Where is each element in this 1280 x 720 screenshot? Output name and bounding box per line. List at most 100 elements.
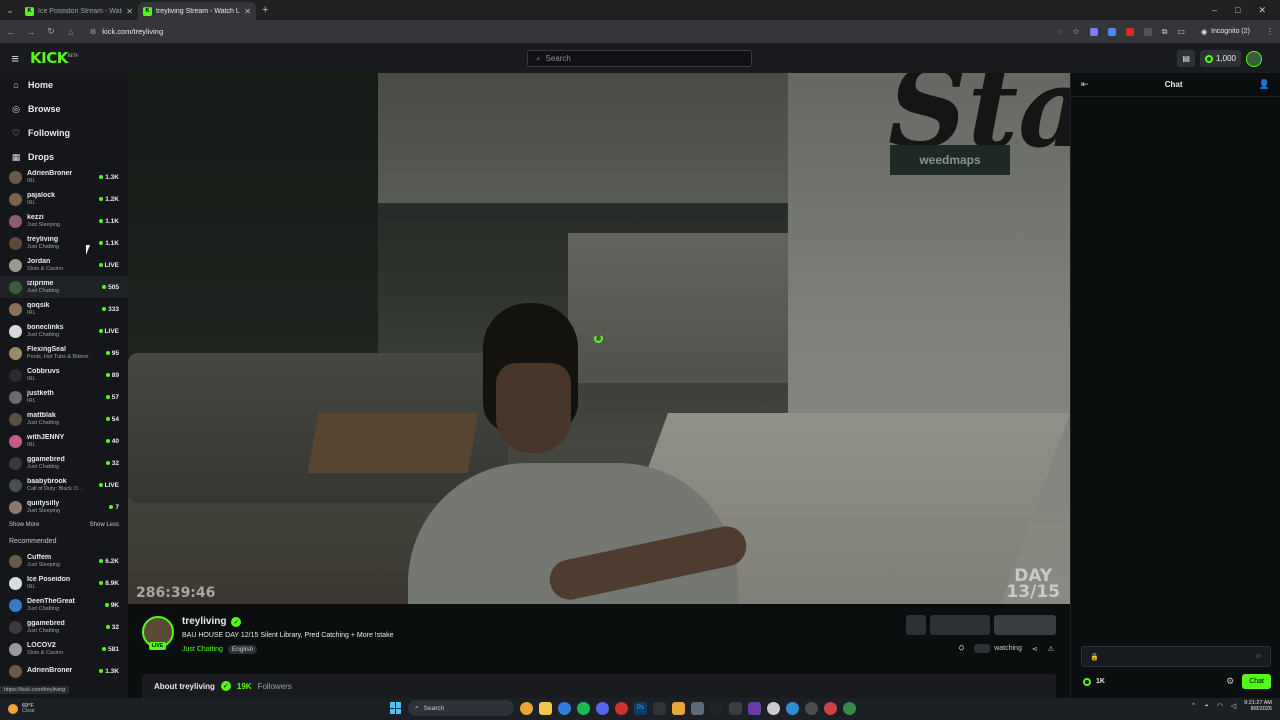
bookmark-star-icon[interactable]: ☆ <box>1073 27 1080 36</box>
browser-tab[interactable]: K Ice Poseidon Stream - Watch Live ✕ <box>20 2 138 20</box>
minimize-button[interactable]: – <box>1212 5 1217 16</box>
channel-item[interactable]: kezzi Just Sleeping 1.1K <box>0 210 128 232</box>
network-icon[interactable]: ◓ <box>1204 703 1208 710</box>
collapse-chat-icon[interactable]: ⇤ <box>1081 79 1089 90</box>
app-icon[interactable] <box>786 701 799 715</box>
close-tab-icon[interactable]: ✕ <box>244 7 251 16</box>
nav-browse[interactable]: ◎ Browse <box>0 97 128 121</box>
channel-item[interactable]: Cobbruvs IRL 89 <box>0 364 128 386</box>
app-icon[interactable] <box>672 701 685 715</box>
video-player[interactable]: Stak weedmaps 286:39:46 DAY13/15 <box>128 73 1070 604</box>
share-icon[interactable]: ⋖ <box>1032 645 1038 653</box>
channel-item[interactable]: Jordan Slots & Casino LIVE <box>0 254 128 276</box>
follow-button[interactable] <box>994 615 1056 635</box>
address-bar[interactable]: ⚙ kick.com/treyliving <box>86 24 1048 40</box>
chat-points[interactable]: 1K <box>1083 677 1105 686</box>
edge-icon[interactable] <box>558 701 571 715</box>
clock[interactable]: 9:21:27 AM 8/8/2026 <box>1244 700 1272 713</box>
extension-icon[interactable] <box>1125 27 1134 36</box>
app-icon[interactable] <box>615 701 628 715</box>
points-button[interactable]: 1,000 <box>1199 50 1241 67</box>
chrome-icon[interactable] <box>520 701 533 715</box>
app-icon[interactable] <box>824 701 837 715</box>
channel-item[interactable]: ggamebred Just Chatting 32 <box>0 452 128 474</box>
channel-item[interactable]: FlexingSeal Pools, Hot Tubs & Bikinis 95 <box>0 342 128 364</box>
gift-sub-button[interactable] <box>906 615 926 635</box>
channel-item[interactable]: boneclinks Just Chatting LIVE <box>0 320 128 342</box>
back-icon[interactable]: ← <box>6 27 16 37</box>
nav-home[interactable]: ⌂ Home <box>0 73 128 97</box>
channel-item[interactable]: treyliving Just Chatting 1.1K <box>0 232 128 254</box>
show-more-button[interactable]: Show More <box>9 522 39 528</box>
user-avatar[interactable] <box>1246 50 1262 67</box>
kick-logo[interactable]: KICKBETA <box>30 49 78 67</box>
channel-item[interactable]: iziprime Just Chatting 505 <box>0 276 128 298</box>
app-icon[interactable] <box>767 701 780 715</box>
extension-icon[interactable] <box>1143 27 1152 36</box>
chat-settings-icon[interactable]: ⚙ <box>1226 676 1234 687</box>
home-browser-icon[interactable]: ⌂ <box>66 27 76 37</box>
extension-icon[interactable] <box>1089 27 1098 36</box>
channel-item[interactable]: baabybrook Call of Duty: Black O... LIVE <box>0 474 128 496</box>
extension-icon[interactable] <box>1107 27 1116 36</box>
channel-item[interactable]: Ice Poseidon IRL 8.9K <box>0 572 128 594</box>
search-input[interactable]: ⌕ Search <box>527 50 752 67</box>
channel-item[interactable]: Cuffem Just Sleeping 6.2K <box>0 550 128 572</box>
taskbar-search[interactable]: ⌕ Search <box>408 700 514 716</box>
volume-icon[interactable]: ◁ <box>1231 702 1236 710</box>
maximize-button[interactable]: □ <box>1235 5 1240 16</box>
file-explorer-icon[interactable] <box>539 701 552 715</box>
incognito-indicator[interactable]: ◉ Incognito (2) <box>1195 26 1256 38</box>
app-icon[interactable] <box>710 701 723 715</box>
channel-item[interactable]: LOCOV2 Slots & Casino 581 <box>0 638 128 660</box>
report-icon[interactable]: ⚠ <box>1048 645 1054 653</box>
channel-item[interactable]: qoqsik IRL 333 <box>0 298 128 320</box>
chat-input[interactable]: 🔒 ☺ <box>1081 646 1271 667</box>
channel-item[interactable]: AdrienBroner 1.3K <box>0 660 128 682</box>
language-tag[interactable]: English <box>227 645 258 654</box>
app-icon[interactable] <box>691 701 704 715</box>
site-info-icon[interactable]: ⚙ <box>90 28 96 36</box>
channel-item[interactable]: quiitysilly Just Sleeping 7 <box>0 496 128 518</box>
app-icon[interactable] <box>729 701 742 715</box>
browser-tab-active[interactable]: K treyliving Stream - Watch Live ✕ <box>138 2 256 20</box>
channel-item[interactable]: withJENNY IRL 40 <box>0 430 128 452</box>
subscribe-button[interactable] <box>930 615 990 635</box>
browser-menu-icon[interactable]: ⋮ <box>1266 27 1274 36</box>
nav-following[interactable]: ♡ Following <box>0 121 128 145</box>
app-icon[interactable] <box>748 701 761 715</box>
terminal-icon[interactable] <box>653 701 666 715</box>
wallet-button[interactable]: ▤ <box>1177 50 1195 67</box>
new-tab-button[interactable]: + <box>262 4 268 16</box>
close-window-button[interactable]: ✕ <box>1258 5 1266 16</box>
discord-icon[interactable] <box>596 701 609 715</box>
emote-icon[interactable]: ☺ <box>1255 653 1262 660</box>
tab-search-icon[interactable]: ⌄ <box>0 0 20 20</box>
channel-item[interactable]: ggamebred Just Chatting 32 <box>0 616 128 638</box>
channel-item[interactable]: DeenTheGreat Just Chatting 9K <box>0 594 128 616</box>
app-icon[interactable] <box>805 701 818 715</box>
chat-users-icon[interactable]: 👤 <box>1259 79 1270 90</box>
reload-icon[interactable]: ↻ <box>46 26 56 37</box>
stream-category-link[interactable]: Just Chatting <box>182 646 223 653</box>
channel-item[interactable]: mattblak Just Chatting 54 <box>0 408 128 430</box>
streamer-name[interactable]: treyliving <box>182 616 226 627</box>
menu-icon[interactable]: ≡ <box>0 51 30 66</box>
send-chat-button[interactable]: Chat <box>1242 674 1271 689</box>
channel-item[interactable]: AdrienBroner IRL 1.3K <box>0 166 128 188</box>
close-tab-icon[interactable]: ✕ <box>126 7 133 16</box>
spotify-icon[interactable] <box>577 701 590 715</box>
forward-icon[interactable]: → <box>26 27 36 37</box>
weather-widget[interactable]: 69°F Clear <box>0 703 35 715</box>
channel-item[interactable]: pajalock IRL 1.2K <box>0 188 128 210</box>
puzzle-icon[interactable]: ⧉ <box>1162 27 1168 37</box>
wifi-icon[interactable]: ◠ <box>1217 702 1223 710</box>
split-icon[interactable]: ▭ <box>1177 27 1185 36</box>
tray-chevron-icon[interactable]: ⌃ <box>1191 702 1197 710</box>
photoshop-icon[interactable]: Ps <box>634 701 647 715</box>
app-icon[interactable] <box>843 701 856 715</box>
eye-off-icon[interactable]: ◌ <box>1058 27 1063 36</box>
show-less-button[interactable]: Show Less <box>90 522 119 528</box>
windows-start-icon[interactable] <box>390 702 402 714</box>
channel-item[interactable]: justketh IRL 57 <box>0 386 128 408</box>
